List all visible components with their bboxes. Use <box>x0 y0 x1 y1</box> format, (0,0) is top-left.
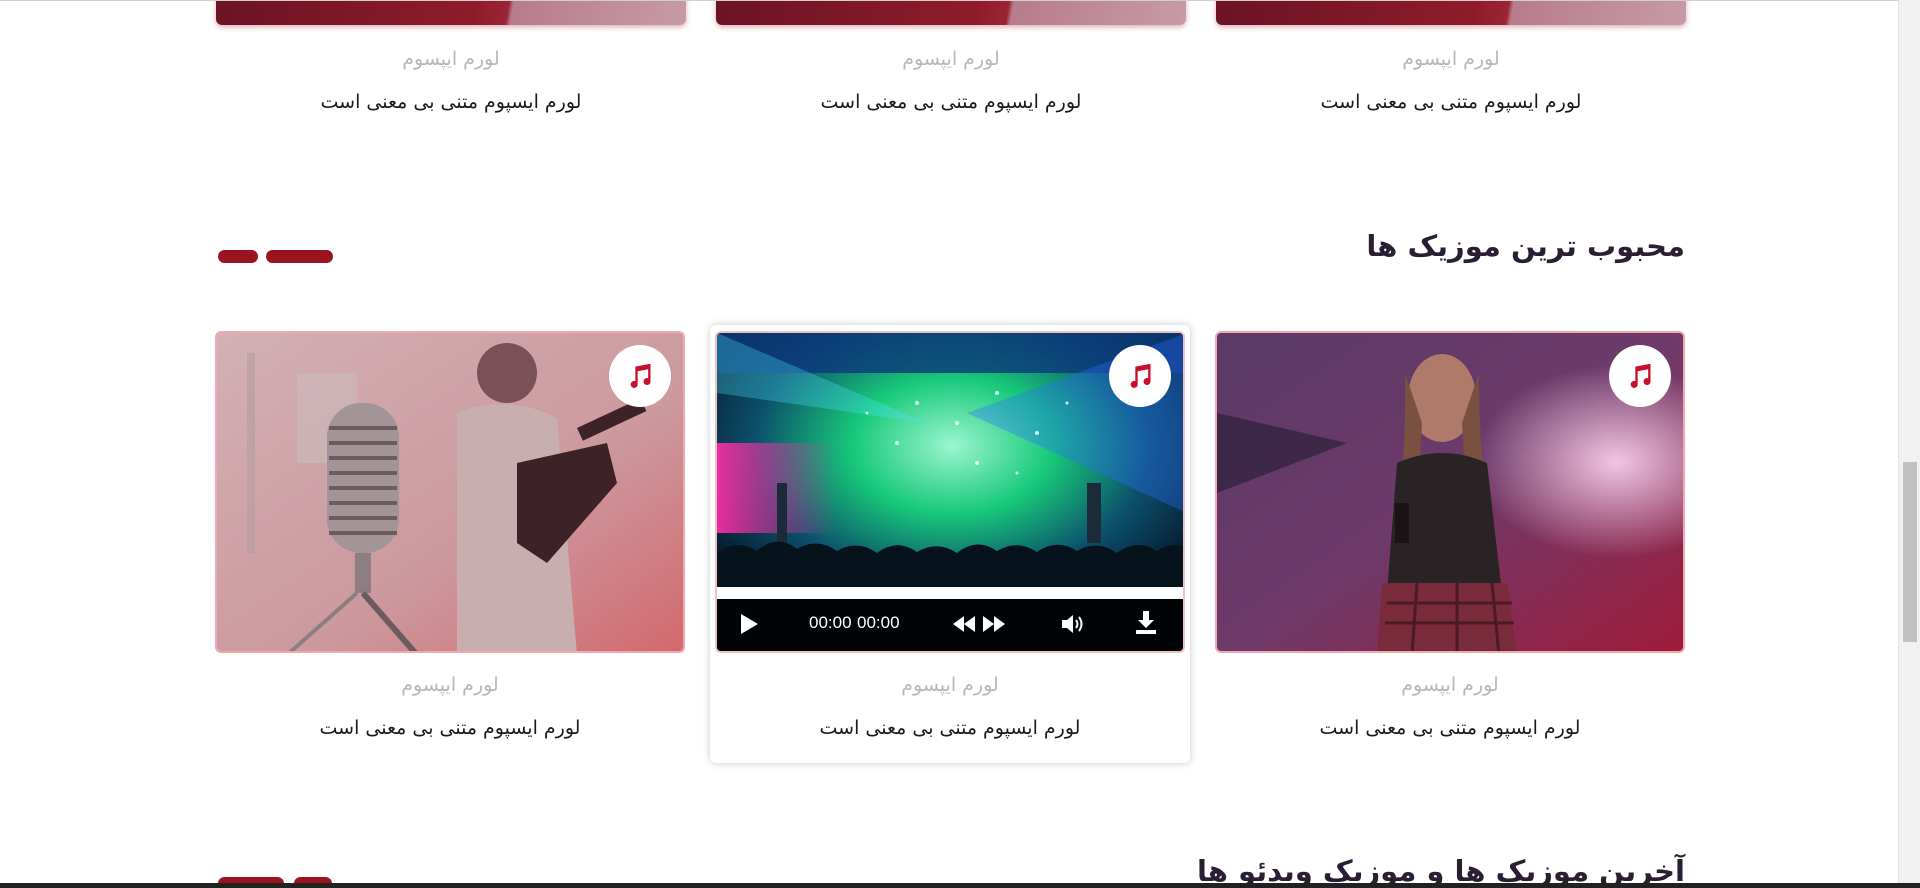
download-button[interactable] <box>1135 611 1157 639</box>
music-card-microphone[interactable] <box>215 331 685 653</box>
card-title[interactable]: لورم ایسپوم متنی بی معنی است <box>715 717 1185 739</box>
play-music-button[interactable] <box>1609 345 1671 407</box>
top-card-image[interactable] <box>1216 1 1686 25</box>
play-music-button[interactable] <box>1109 345 1171 407</box>
card-subtitle: لورم ایپسوم <box>401 674 499 696</box>
card-subtitle: لورم ایپسوم <box>1401 674 1499 696</box>
volume-button[interactable] <box>1061 613 1085 639</box>
top-card-image[interactable] <box>716 1 1186 25</box>
scrollbar-thumb[interactable] <box>1903 462 1917 642</box>
music-note-icon <box>1130 363 1151 388</box>
download-icon <box>1136 611 1156 634</box>
music-note-icon <box>1630 363 1651 388</box>
card-title[interactable]: لورم ایسپوم متنی بی معنی است <box>216 91 686 113</box>
page: لورم ایپسوم لورم ایپسوم لورم ایپسوم لورم… <box>0 0 1898 883</box>
rewind-icon <box>953 616 975 632</box>
fast-forward-button[interactable] <box>983 616 1005 636</box>
play-button[interactable] <box>739 613 759 639</box>
rewind-button[interactable] <box>953 616 975 636</box>
card-title[interactable]: لورم ایسپوم متنی بی معنی است <box>1216 91 1686 113</box>
section-title-latest: آخرین موزیک ها و موزیک ویدئو ها <box>1196 854 1685 883</box>
card-subtitle: لورم ایپسوم <box>402 48 500 70</box>
card-title[interactable]: لورم ایسپوم متنی بی معنی است <box>716 91 1186 113</box>
music-card-concert[interactable]: 00:00 00:00 <box>715 331 1185 653</box>
volume-icon <box>1062 615 1083 633</box>
fast-forward-icon <box>983 616 1005 632</box>
carousel-next-button[interactable] <box>266 250 333 263</box>
duration: 00:00 <box>857 613 900 632</box>
vertical-scrollbar[interactable] <box>1898 0 1920 888</box>
current-time: 00:00 <box>809 613 852 632</box>
music-card-singer[interactable] <box>1215 331 1685 653</box>
window-bottom-border <box>0 883 1920 888</box>
card-title[interactable]: لورم ایسپوم متنی بی معنی است <box>1215 717 1685 739</box>
play-icon <box>741 614 758 634</box>
card-subtitle: لورم ایپسوم <box>902 48 1000 70</box>
card-subtitle: لورم ایپسوم <box>1402 48 1500 70</box>
audio-player: 00:00 00:00 <box>717 587 1183 651</box>
carousel-prev-button[interactable] <box>218 250 258 263</box>
top-card-image[interactable] <box>216 1 686 25</box>
card-subtitle: لورم ایپسوم <box>901 674 999 696</box>
section-title-popular: محبوب ترین موزیک ها <box>1366 229 1685 263</box>
card-title[interactable]: لورم ایسپوم متنی بی معنی است <box>215 717 685 739</box>
play-music-button[interactable] <box>609 345 671 407</box>
music-note-icon <box>630 363 651 388</box>
